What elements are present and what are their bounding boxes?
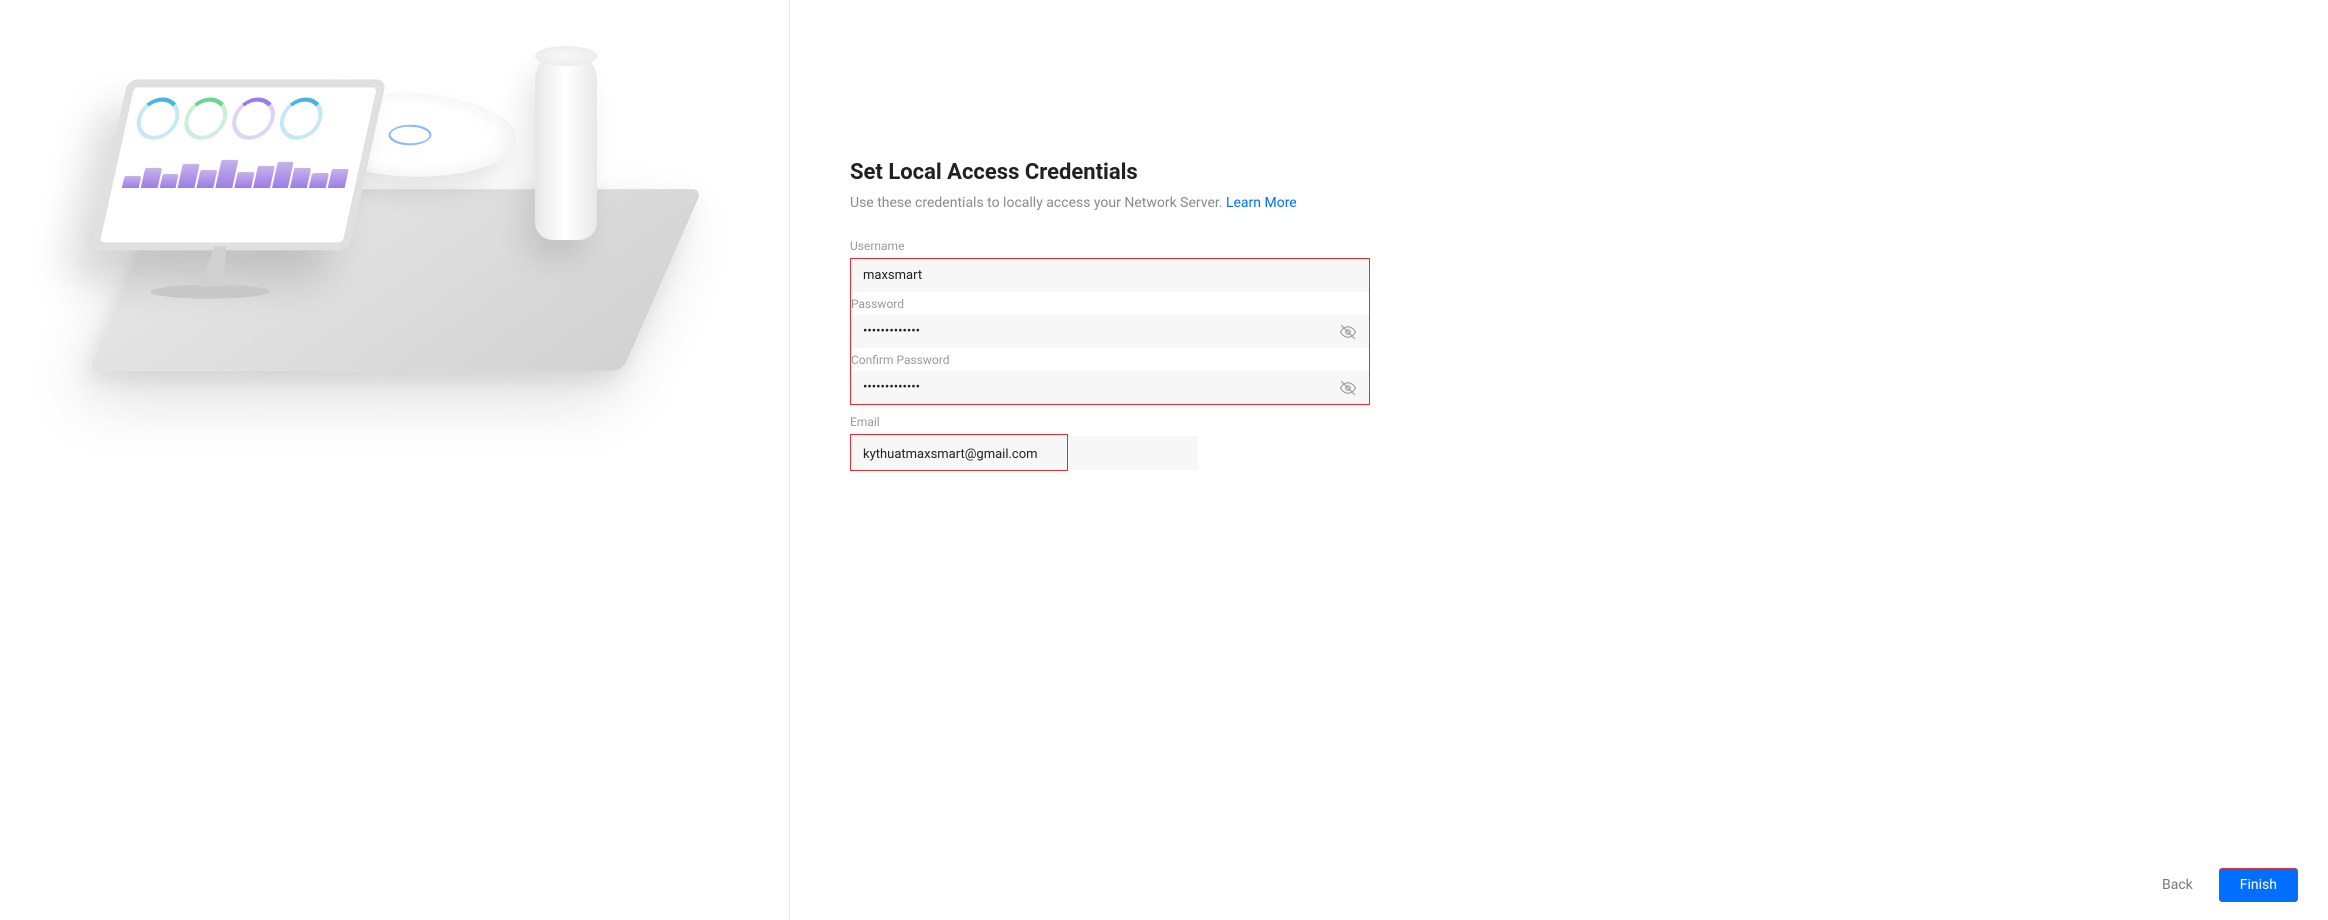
confirm-password-input[interactable]	[863, 380, 1357, 395]
email-input[interactable]	[863, 447, 1055, 462]
password-label: Password	[851, 297, 1357, 311]
illustration-monitor	[83, 79, 386, 280]
username-input[interactable]	[863, 268, 1357, 283]
confirm-password-label: Confirm Password	[851, 353, 1357, 367]
email-field-extension	[1068, 436, 1198, 470]
subtitle-text: Use these credentials to locally access …	[850, 195, 1226, 211]
form-panel: Set Local Access Credentials Use these c…	[790, 0, 2328, 920]
page-subtitle: Use these credentials to locally access …	[850, 195, 1370, 211]
page-title: Set Local Access Credentials	[850, 160, 1370, 185]
credentials-highlight-box: Password Confirm Password	[850, 258, 1370, 405]
wizard-footer: Back Finish	[2162, 868, 2298, 902]
password-row	[851, 315, 1369, 348]
illustration-panel	[0, 0, 790, 920]
email-highlight-box	[850, 434, 1068, 471]
email-label: Email	[850, 415, 1370, 429]
confirm-password-row	[851, 371, 1369, 404]
username-row	[851, 259, 1369, 292]
username-label: Username	[850, 239, 1370, 253]
learn-more-link[interactable]: Learn More	[1226, 195, 1297, 211]
device-illustration	[45, 10, 745, 460]
password-input[interactable]	[863, 324, 1357, 339]
illustration-cylinder-device	[535, 50, 597, 240]
eye-off-icon[interactable]	[1339, 379, 1357, 397]
back-button[interactable]: Back	[2162, 877, 2193, 893]
finish-button[interactable]: Finish	[2219, 868, 2298, 902]
eye-off-icon[interactable]	[1339, 323, 1357, 341]
